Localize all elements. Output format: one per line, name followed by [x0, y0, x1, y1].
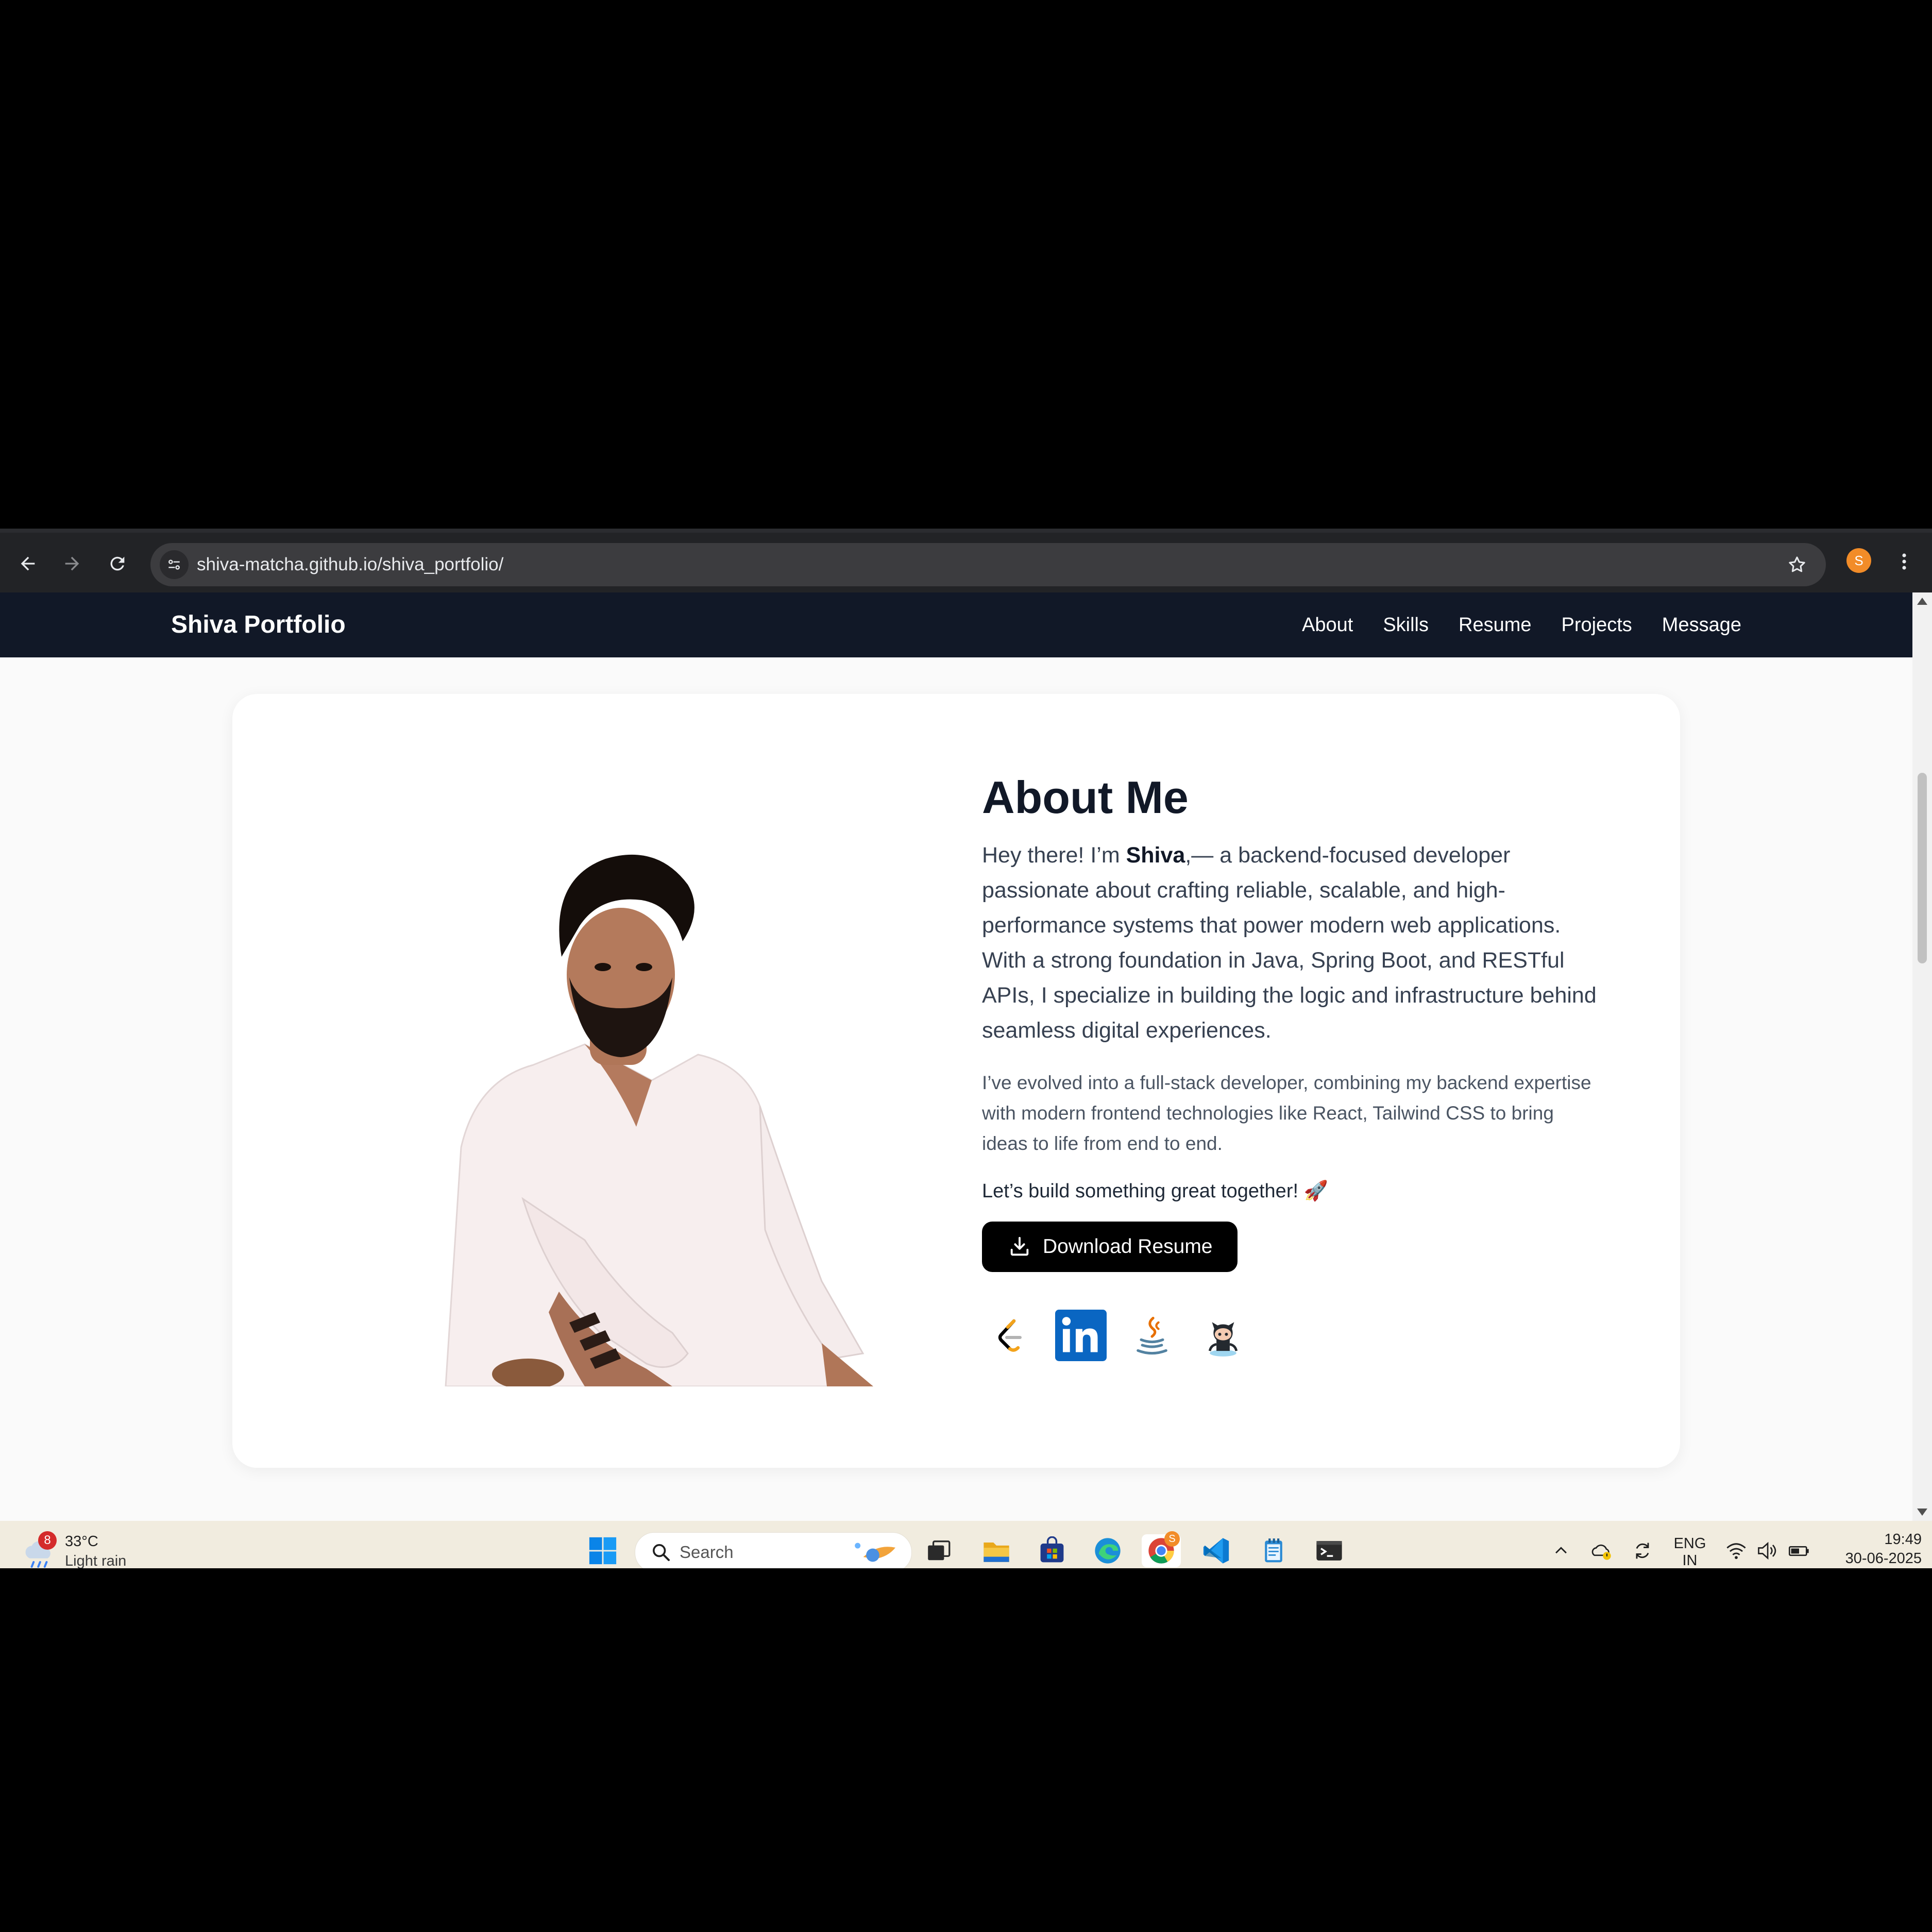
address-bar[interactable]: shiva-matcha.github.io/shiva_portfolio/ — [150, 543, 1826, 586]
taskbar-file-explorer[interactable] — [980, 1534, 1013, 1567]
taskbar-edge[interactable] — [1091, 1534, 1124, 1567]
java-icon — [1137, 1316, 1167, 1355]
about-title: About Me — [982, 772, 1189, 823]
scroll-down-icon[interactable] — [1917, 1509, 1927, 1516]
nav-skills[interactable]: Skills — [1383, 614, 1429, 636]
linkedin-link[interactable] — [1055, 1310, 1107, 1361]
nav-message[interactable]: Message — [1662, 614, 1741, 636]
cloud-warning-icon — [1591, 1544, 1611, 1560]
tray-volume[interactable] — [1752, 1534, 1783, 1567]
tray-overflow-button[interactable] — [1546, 1534, 1577, 1567]
nav-projects[interactable]: Projects — [1562, 614, 1632, 636]
more-vert-icon — [1902, 553, 1906, 570]
download-resume-button[interactable]: Download Resume — [982, 1222, 1238, 1273]
browser-toolbar: shiva-matcha.github.io/shiva_portfolio/ … — [0, 529, 1932, 592]
arrow-right-icon — [65, 556, 79, 571]
browser-menu-button[interactable] — [1894, 547, 1914, 576]
intro-greeting: Hey there! I’m — [982, 843, 1126, 868]
language-code: ENG — [1673, 1535, 1706, 1552]
site-nav: About Skills Resume Projects Message — [1302, 592, 1741, 657]
reload-button[interactable] — [102, 548, 133, 579]
url-text[interactable]: shiva-matcha.github.io/shiva_portfolio/ — [197, 543, 503, 586]
taskbar-search[interactable]: Search — [635, 1532, 912, 1568]
search-label: Search — [680, 1543, 734, 1562]
edge-icon — [1095, 1538, 1121, 1564]
task-view-button[interactable] — [922, 1534, 955, 1567]
site-header: Shiva Portfolio About Skills Resume Proj… — [0, 592, 1912, 657]
page-viewport: Shiva Portfolio About Skills Resume Proj… — [0, 592, 1912, 1521]
scrollbar-thumb[interactable] — [1918, 773, 1927, 963]
taskbar-vscode[interactable] — [1200, 1534, 1233, 1567]
clock[interactable]: 19:49 30-06-2025 — [1824, 1531, 1922, 1567]
tray-wifi[interactable] — [1721, 1534, 1752, 1567]
tray-onedrive[interactable] — [1586, 1534, 1617, 1567]
bookmark-star-button[interactable] — [1784, 551, 1810, 578]
store-icon — [1040, 1536, 1064, 1563]
intro-name: Shiva — [1126, 843, 1185, 868]
about-fullstack-text: I’ve evolved into a full-stack developer… — [982, 1072, 1591, 1155]
reload-icon — [110, 556, 125, 571]
folder-icon — [984, 1543, 1009, 1562]
start-button[interactable] — [586, 1534, 619, 1567]
tab-strip-edge — [0, 529, 1932, 533]
notepad-icon — [1265, 1538, 1282, 1563]
search-highlight-icon — [855, 1543, 895, 1562]
nav-about[interactable]: About — [1302, 614, 1353, 636]
chevron-up-icon — [1555, 1547, 1567, 1554]
scroll-up-icon[interactable] — [1917, 598, 1927, 605]
weather-temperature: 33°C — [65, 1533, 98, 1550]
linkedin-icon — [1055, 1310, 1107, 1361]
about-card: About Me Hey there! I’m Shiva,— a backen… — [232, 694, 1680, 1468]
about-cta-text: Let’s build something great together! 🚀 — [982, 1180, 1328, 1202]
tray-battery[interactable] — [1784, 1534, 1815, 1567]
screen: shiva-matcha.github.io/shiva_portfolio/ … — [0, 529, 1932, 1568]
weather-alert-badge: 8 — [38, 1531, 57, 1550]
weather-description: Light rain — [65, 1553, 127, 1568]
taskbar-terminal[interactable] — [1313, 1534, 1346, 1567]
github-link[interactable] — [1197, 1310, 1249, 1361]
sync-icon — [1636, 1543, 1649, 1559]
about-content: About Me Hey there! I’m Shiva,— a backen… — [982, 771, 1600, 1273]
language-indicator[interactable]: ENG IN — [1669, 1535, 1710, 1568]
leetcode-link[interactable] — [984, 1310, 1036, 1361]
star-icon — [1789, 556, 1805, 572]
volume-icon — [1758, 1541, 1776, 1560]
taskbar-store[interactable] — [1036, 1534, 1069, 1567]
taskbar-notepad[interactable] — [1257, 1534, 1290, 1567]
site-info-icon[interactable] — [160, 550, 189, 579]
leetcode-icon — [998, 1319, 1022, 1352]
java-link[interactable] — [1126, 1310, 1178, 1361]
battery-icon — [1788, 1546, 1809, 1556]
chrome-profile-badge: S — [1164, 1531, 1180, 1547]
download-resume-label: Download Resume — [1043, 1235, 1213, 1258]
tray-sync[interactable] — [1627, 1534, 1658, 1567]
region-code: IN — [1682, 1552, 1698, 1568]
forward-button[interactable] — [57, 548, 88, 579]
page-scrollbar[interactable] — [1912, 592, 1932, 1521]
clock-time: 19:49 — [1884, 1531, 1922, 1548]
profile-avatar[interactable]: S — [1846, 548, 1871, 573]
search-icon — [653, 1544, 670, 1561]
social-links — [984, 1310, 1249, 1361]
github-icon — [1208, 1322, 1238, 1357]
arrow-left-icon — [21, 556, 35, 571]
profile-photo — [445, 854, 873, 1386]
wifi-icon — [1726, 1543, 1746, 1560]
nav-resume[interactable]: Resume — [1459, 614, 1532, 636]
about-intro: Hey there! I’m Shiva,— a backend-focused… — [982, 838, 1600, 1048]
clock-date: 30-06-2025 — [1845, 1550, 1922, 1567]
taskbar: 8 33°C Light rain Search S ENG IN 19:49 … — [0, 1521, 1932, 1568]
terminal-icon — [1316, 1541, 1342, 1561]
download-icon — [1010, 1237, 1029, 1256]
task-view-icon — [928, 1540, 951, 1561]
intro-text: ,— a backend-focused developer passionat… — [982, 843, 1597, 1043]
windows-logo-icon — [589, 1537, 617, 1565]
back-button[interactable] — [12, 548, 43, 579]
weather-widget[interactable]: 8 33°C Light rain — [19, 1530, 152, 1568]
vscode-icon — [1203, 1538, 1229, 1564]
site-brand[interactable]: Shiva Portfolio — [171, 592, 346, 657]
